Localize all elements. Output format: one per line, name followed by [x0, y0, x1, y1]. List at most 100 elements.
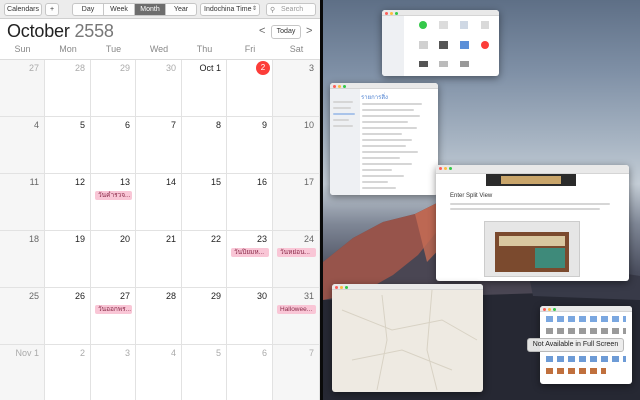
day-cell[interactable]: 2: [227, 60, 273, 117]
view-day-button[interactable]: Day: [73, 4, 104, 15]
day-cell[interactable]: 17: [273, 174, 320, 231]
day-cell[interactable]: 23 วันปิยมห...: [227, 231, 273, 288]
day-cell[interactable]: 25: [0, 288, 45, 345]
weekday-header: Sun Mon Tue Wed Thu Fri Sat: [0, 44, 320, 58]
view-year-button[interactable]: Year: [166, 4, 196, 15]
day-cell[interactable]: 4: [0, 117, 45, 174]
day-number: 5: [79, 120, 85, 130]
calendars-button[interactable]: Calendars: [4, 3, 42, 16]
day-number: 13: [119, 177, 130, 187]
day-cell[interactable]: 8: [182, 117, 227, 174]
day-number: 28: [165, 291, 176, 301]
finder-window-thumbnail[interactable]: [382, 10, 499, 76]
day-cell[interactable]: 27 วันออกพร...: [91, 288, 136, 345]
day-number: 24: [303, 234, 314, 244]
calendar-event[interactable]: วันปิยมห...: [231, 248, 269, 257]
day-cell[interactable]: 5: [182, 345, 227, 400]
article-text: [450, 203, 610, 205]
day-number: 30: [165, 63, 176, 73]
search-input[interactable]: ⚲ Search: [266, 3, 316, 16]
today-button[interactable]: Today: [271, 25, 301, 39]
day-number: 22: [210, 234, 221, 244]
day-cell[interactable]: 28: [136, 288, 182, 345]
day-cell[interactable]: 29: [182, 288, 227, 345]
notes-header: รายการสิ่ง: [361, 95, 388, 101]
list-item: [362, 103, 422, 105]
list-item: [362, 115, 420, 117]
day-cell[interactable]: 18: [0, 231, 45, 288]
weekday-label: Fri: [244, 44, 256, 54]
add-event-button[interactable]: +: [45, 3, 59, 16]
day-cell[interactable]: 3: [273, 60, 320, 117]
day-cell[interactable]: 7: [273, 345, 320, 400]
day-cell[interactable]: 30: [136, 60, 182, 117]
day-cell[interactable]: 31 Hallowee...: [273, 288, 320, 345]
day-cell[interactable]: 5: [45, 117, 91, 174]
list-item: [362, 187, 396, 189]
notes-window-thumbnail[interactable]: รายการสิ่ง: [330, 83, 438, 195]
window-titlebar: [540, 306, 632, 312]
prev-month-button[interactable]: <: [259, 25, 265, 39]
day-cell[interactable]: 9: [227, 117, 273, 174]
app-icon: [439, 21, 448, 29]
calendar-event[interactable]: วันคำรวจ...: [95, 191, 132, 200]
day-cell[interactable]: 16: [227, 174, 273, 231]
full-screen-tooltip: Not Available in Full Screen: [527, 338, 624, 352]
calendar-event[interactable]: วันออกพร...: [95, 305, 132, 314]
day-cell[interactable]: 15: [182, 174, 227, 231]
day-cell[interactable]: 29: [91, 60, 136, 117]
list-item: [362, 181, 388, 183]
day-cell[interactable]: 28: [45, 60, 91, 117]
calendar-window: Calendars + Day Week Month Year Indochin…: [0, 0, 320, 400]
day-cell[interactable]: 3: [91, 345, 136, 400]
list-item: [362, 127, 417, 129]
day-cell[interactable]: 6: [91, 117, 136, 174]
maps-window-thumbnail[interactable]: [332, 284, 483, 392]
list-item: [362, 121, 408, 123]
app-icon: [419, 21, 427, 29]
day-cell[interactable]: 24 วันหย่อน...: [273, 231, 320, 288]
day-cell[interactable]: Oct 1: [182, 60, 227, 117]
day-cell[interactable]: 4: [136, 345, 182, 400]
chevron-updown-icon: ⇕: [251, 6, 257, 12]
today-date: 2: [256, 61, 270, 75]
day-number: 12: [74, 177, 85, 187]
month-grid: 27 28 29 30 Oct 1 2 3 4 5 6 7 8 9 10 11 12 13 วันคำรวจ...…: [0, 59, 320, 400]
day-cell[interactable]: 13 วันคำรวจ...: [91, 174, 136, 231]
day-number: 4: [33, 120, 39, 130]
view-month-button[interactable]: Month: [135, 4, 166, 15]
day-number: Nov 1: [15, 348, 39, 358]
laptop-image: [501, 176, 561, 184]
day-cell[interactable]: 19: [45, 231, 91, 288]
weekday-label: Wed: [149, 44, 169, 54]
day-cell[interactable]: 26: [45, 288, 91, 345]
calendar-event[interactable]: Hallowee...: [277, 305, 316, 314]
day-number: 21: [165, 234, 176, 244]
day-cell[interactable]: 22: [182, 231, 227, 288]
weekday-label: Sun: [14, 44, 31, 54]
day-cell[interactable]: 7: [136, 117, 182, 174]
timezone-select[interactable]: Indochina Time ⇕: [200, 3, 260, 16]
article-screenshot: [484, 221, 580, 277]
day-cell[interactable]: 27: [0, 60, 45, 117]
day-cell[interactable]: 2: [45, 345, 91, 400]
day-cell[interactable]: Nov 1: [0, 345, 45, 400]
calendar-event[interactable]: วันหย่อน...: [277, 248, 316, 257]
day-cell[interactable]: 20: [91, 231, 136, 288]
day-cell[interactable]: 10: [273, 117, 320, 174]
next-month-button[interactable]: >: [306, 25, 312, 39]
timezone-label: Indochina Time: [204, 6, 252, 13]
day-cell[interactable]: 30: [227, 288, 273, 345]
safari-window-thumbnail[interactable]: Enter Split View: [436, 165, 629, 281]
day-cell[interactable]: 21: [136, 231, 182, 288]
day-cell[interactable]: 6: [227, 345, 273, 400]
day-cell[interactable]: 11: [0, 174, 45, 231]
day-number: 25: [28, 291, 39, 301]
day-cell[interactable]: 14: [136, 174, 182, 231]
day-cell[interactable]: 12: [45, 174, 91, 231]
view-week-button[interactable]: Week: [104, 4, 135, 15]
day-number: 18: [28, 234, 39, 244]
year-label: 2558: [74, 21, 114, 41]
day-number: 7: [170, 120, 176, 130]
list-item: [362, 163, 412, 165]
